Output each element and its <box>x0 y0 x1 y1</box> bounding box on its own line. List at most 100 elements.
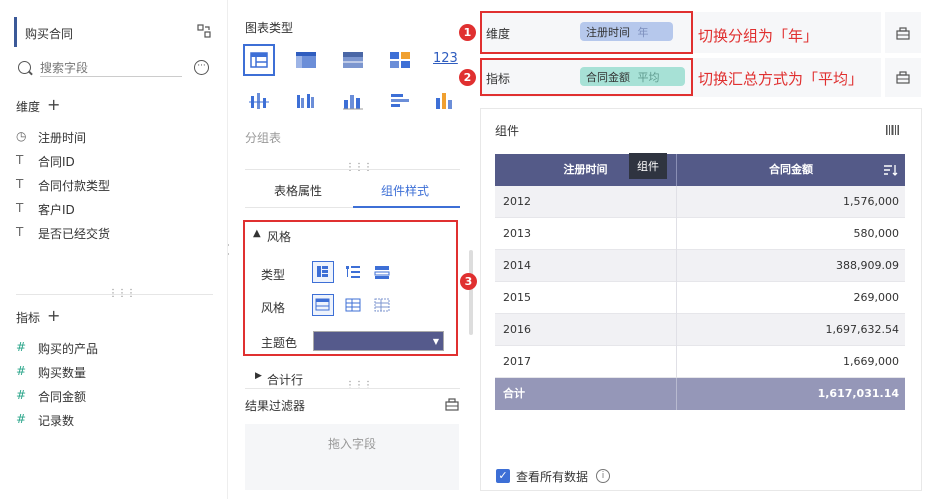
type-option-tree[interactable] <box>344 263 362 281</box>
chart-type-grouped-column[interactable] <box>294 90 318 112</box>
field-item[interactable]: # 购买的产品 <box>16 340 216 358</box>
style-label: 风格 <box>261 301 286 315</box>
view-all-label: 查看所有数据 <box>516 470 589 484</box>
cell-date: 2016 <box>503 323 531 336</box>
resize-handle[interactable]: ⋮⋮⋮ <box>345 162 373 173</box>
chevron-down-icon: ▼ <box>432 337 439 346</box>
text-icon: T <box>16 153 24 167</box>
cell-date: 2017 <box>503 355 531 368</box>
config-panel: 图表类型 123 分组表 ⋮⋮⋮ 表格属性 组件样式 ▲ 风格 类型 风格 主题… <box>229 0 473 499</box>
text-icon: T <box>16 225 24 239</box>
measure-settings-box[interactable] <box>885 58 921 97</box>
theme-color-select[interactable]: ▼ <box>313 331 444 351</box>
style-option-1[interactable] <box>312 294 334 316</box>
search-icon <box>18 61 31 74</box>
chart-type-column[interactable] <box>341 90 365 112</box>
collapse-triangle-icon[interactable]: ▲ <box>253 228 261 239</box>
table-row: 2017 1,669,000 <box>495 346 905 378</box>
total-label: 合计 <box>503 387 525 400</box>
more-options-icon[interactable]: ··· <box>194 60 209 75</box>
field-label: 合同付款类型 <box>38 179 111 193</box>
dataset-name: 购买合同 <box>25 27 74 41</box>
grouped-layout-icon <box>317 266 328 277</box>
cell-date: 2015 <box>503 291 531 304</box>
section-divider <box>245 169 460 170</box>
filter-title: 结果过滤器 <box>245 399 306 413</box>
dimension-chip[interactable]: 注册时间 年 <box>580 22 673 41</box>
chart-type-bar[interactable] <box>388 90 412 112</box>
field-item[interactable]: T 客户ID <box>16 201 216 219</box>
field-panel: 购买合同 ··· 维度 + ◷ 注册时间 T 合同ID T 合同付款类型 T 客户ID T 是否已… <box>0 0 228 499</box>
type-option-grouped[interactable] <box>312 261 334 283</box>
chart-type-grouped-table[interactable] <box>243 44 275 76</box>
resize-handle[interactable]: ⋮⋮⋮ <box>345 380 373 391</box>
measure-chip[interactable]: 合同金额 平均 <box>580 67 685 86</box>
type-option-flat[interactable] <box>373 263 391 281</box>
table-row: 2013 580,000 <box>495 218 905 250</box>
field-label: 购买的产品 <box>38 342 99 356</box>
dimension-header: 维度 <box>16 100 41 114</box>
add-measure-icon[interactable]: + <box>47 306 60 325</box>
text-icon: T <box>16 201 24 215</box>
hash-record-icon: # <box>16 412 27 426</box>
field-item[interactable]: # 购买数量 <box>16 364 216 382</box>
total-value: 1,617,031.14 <box>817 387 899 400</box>
cell-amount: 388,909.09 <box>836 259 899 272</box>
search-input[interactable] <box>40 59 182 77</box>
switch-dataset-icon[interactable] <box>197 24 211 38</box>
chart-type-kpi[interactable] <box>388 49 412 71</box>
measure-chip-field: 合同金额 <box>586 71 630 84</box>
theme-label: 主题色 <box>261 336 298 350</box>
cell-amount: 580,000 <box>853 227 900 240</box>
barcode-icon[interactable] <box>885 123 901 137</box>
resize-handle[interactable]: ⋮⋮⋮ <box>108 288 136 299</box>
grouped-table-icon <box>250 52 268 68</box>
badge-3: 3 <box>460 273 477 290</box>
filter-settings-icon[interactable] <box>445 397 459 411</box>
field-label: 客户ID <box>38 203 75 217</box>
field-item[interactable]: # 记录数 <box>16 412 216 430</box>
chart-type-stacked[interactable] <box>433 90 457 112</box>
style-option-3[interactable] <box>373 296 391 314</box>
hash-icon: # <box>16 364 27 378</box>
cell-amount: 1,697,632.54 <box>825 323 899 336</box>
dimension-settings-box[interactable] <box>885 12 921 53</box>
info-icon[interactable]: i <box>596 469 610 483</box>
chart-type-crosstab[interactable] <box>341 49 365 71</box>
hash-icon: # <box>16 388 27 402</box>
chart-type-detail-table[interactable] <box>294 49 318 71</box>
table-row: 2014 388,909.09 <box>495 250 905 282</box>
view-all-checkbox[interactable]: ✓ <box>496 469 510 483</box>
expand-triangle-icon[interactable]: ▶ <box>255 371 262 381</box>
tab-component-style[interactable]: 组件样式 <box>381 182 429 199</box>
dimension-chip-field: 注册时间 <box>586 26 630 39</box>
table-body: 2012 1,576,000 2013 580,000 2014 388,909.09 20… <box>495 186 905 378</box>
dimension-label: 维度 <box>486 27 511 41</box>
field-item[interactable]: # 合同金额 <box>16 388 216 406</box>
tab-table-properties[interactable]: 表格属性 <box>274 182 322 199</box>
measure-chip-agg: 平均 <box>637 71 660 84</box>
tooltip: 组件 <box>629 153 667 179</box>
field-item[interactable]: T 合同付款类型 <box>16 177 216 195</box>
cell-date: 2014 <box>503 259 531 272</box>
field-label: 是否已经交货 <box>38 227 111 241</box>
cell-amount: 269,000 <box>853 291 900 304</box>
tab-divider <box>245 207 353 208</box>
scrollbar[interactable] <box>469 250 473 335</box>
add-dimension-icon[interactable]: + <box>47 95 60 114</box>
field-item[interactable]: T 是否已经交货 <box>16 225 216 243</box>
field-item[interactable]: ◷ 注册时间 <box>16 129 216 147</box>
section-divider <box>245 388 460 389</box>
cell-amount: 1,669,000 <box>843 355 899 368</box>
chart-type-scatter-bars[interactable] <box>247 90 271 112</box>
header-amount[interactable]: 合同金额 <box>677 154 905 186</box>
cell-date: 2013 <box>503 227 531 240</box>
field-item[interactable]: T 合同ID <box>16 153 216 171</box>
sort-icon[interactable] <box>883 163 899 177</box>
style-option-2[interactable] <box>344 296 362 314</box>
type-label: 类型 <box>261 268 286 282</box>
dataset-selector[interactable]: 购买合同 <box>14 17 216 47</box>
filter-drop-zone[interactable]: 拖入字段 <box>245 424 459 490</box>
chart-type-number[interactable]: 123 <box>433 51 458 66</box>
text-icon: T <box>16 177 24 191</box>
